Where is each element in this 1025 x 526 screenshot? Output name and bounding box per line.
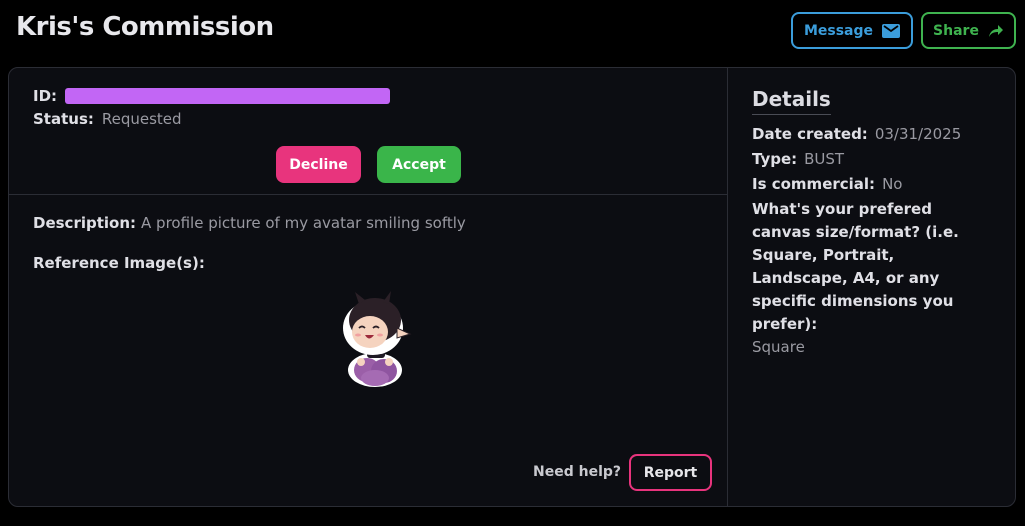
status-label: Status: [33, 110, 94, 128]
reference-label: Reference Image(s): [33, 254, 205, 272]
id-row: ID: [33, 87, 391, 105]
envelope-icon [882, 23, 901, 38]
description-row: Description: A profile picture of my ava… [33, 214, 466, 232]
commercial-value: No [882, 175, 903, 193]
commission-card: ID: Status: Requested Decline Accept Des… [8, 67, 1016, 507]
request-panel: ID: Status: Requested Decline Accept Des… [9, 68, 728, 506]
description-value: A profile picture of my avatar smiling s… [141, 214, 466, 232]
id-label: ID: [33, 87, 58, 105]
description-label: Description: [33, 214, 137, 232]
status-value: Requested [101, 110, 182, 128]
message-button-label: Message [803, 22, 874, 39]
need-help-text: Need help? [533, 464, 622, 480]
commercial-row: Is commercial: No [752, 175, 902, 193]
commercial-label: Is commercial: [752, 175, 876, 193]
status-row: Status: Requested [33, 110, 182, 128]
type-label: Type: [752, 150, 798, 168]
details-title: Details [752, 87, 831, 115]
details-panel: Details Date created: 03/31/2025 Type: B… [729, 68, 1015, 506]
share-arrow-icon [988, 24, 1003, 37]
share-button[interactable]: Share [921, 12, 1016, 49]
share-button-label: Share [933, 22, 979, 39]
type-row: Type: BUST [752, 150, 844, 168]
section-divider [9, 194, 728, 195]
message-button[interactable]: Message [791, 12, 913, 49]
page-title: Kris's Commission [16, 12, 274, 42]
id-redaction-bar [65, 88, 391, 104]
reference-image[interactable] [337, 290, 415, 388]
date-created-label: Date created: [752, 125, 868, 143]
decline-button[interactable]: Decline [276, 146, 361, 183]
report-button[interactable]: Report [629, 454, 712, 491]
type-value: BUST [804, 150, 845, 168]
date-created-value: 03/31/2025 [874, 125, 962, 143]
canvas-size-question: What's your prefered canvas size/format?… [752, 200, 959, 333]
accept-button[interactable]: Accept [377, 146, 461, 183]
canvas-size-answer: Square [752, 338, 805, 356]
date-created-row: Date created: 03/31/2025 [752, 125, 961, 143]
